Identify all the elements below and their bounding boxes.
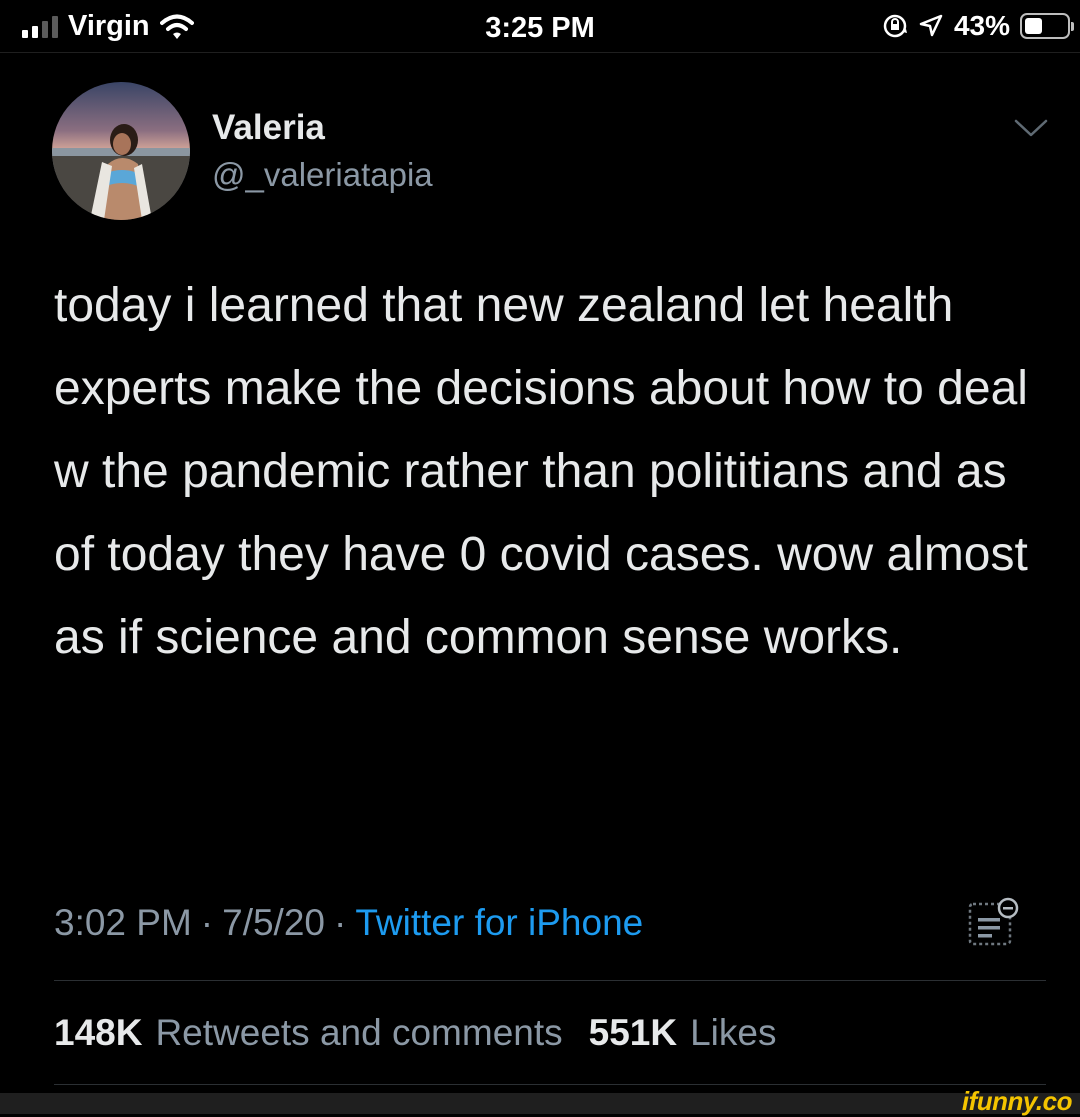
location-icon [919,14,943,37]
watermark-logo: ifunny.co [961,1086,1073,1116]
tweet-source-link[interactable]: Twitter for iPhone [355,902,643,944]
meta-separator: · [200,902,214,943]
divider [0,52,1080,53]
retweets-stat[interactable]: 148K Retweets and comments [54,1012,563,1054]
orientation-lock-icon [883,14,907,38]
tweet-date[interactable]: 7/5/20 [222,902,325,944]
avatar[interactable] [52,82,190,220]
chevron-down-icon[interactable] [1014,118,1048,138]
watermark-bar [0,1093,1080,1114]
retweets-count: 148K [54,1012,143,1053]
divider [54,1084,1046,1085]
retweets-label: Retweets and comments [155,1012,563,1053]
divider [54,980,1046,981]
status-bar: Virgin 3:25 PM 43% [0,0,1080,52]
battery-percent: 43% [953,10,1010,41]
tweet-stats: 148K Retweets and comments 551K Likes [54,1012,802,1054]
author-name[interactable]: Valeria [212,108,325,148]
likes-count: 551K [588,1012,678,1053]
author-handle[interactable]: @_valeriatapia [212,156,433,194]
tweet-time: 3:02 PM [54,902,192,943]
tweet-meta: 3:02 PM · 7/5/20 · Twitter for iPhone [54,902,643,944]
likes-label: Likes [690,1012,777,1053]
analytics-icon[interactable] [966,896,1022,950]
meta-separator: · [334,902,347,943]
tweet-text: today i learned that new zealand let hea… [54,279,1028,664]
likes-stat[interactable]: 551K Likes [589,1012,777,1054]
battery-icon [1020,13,1074,39]
